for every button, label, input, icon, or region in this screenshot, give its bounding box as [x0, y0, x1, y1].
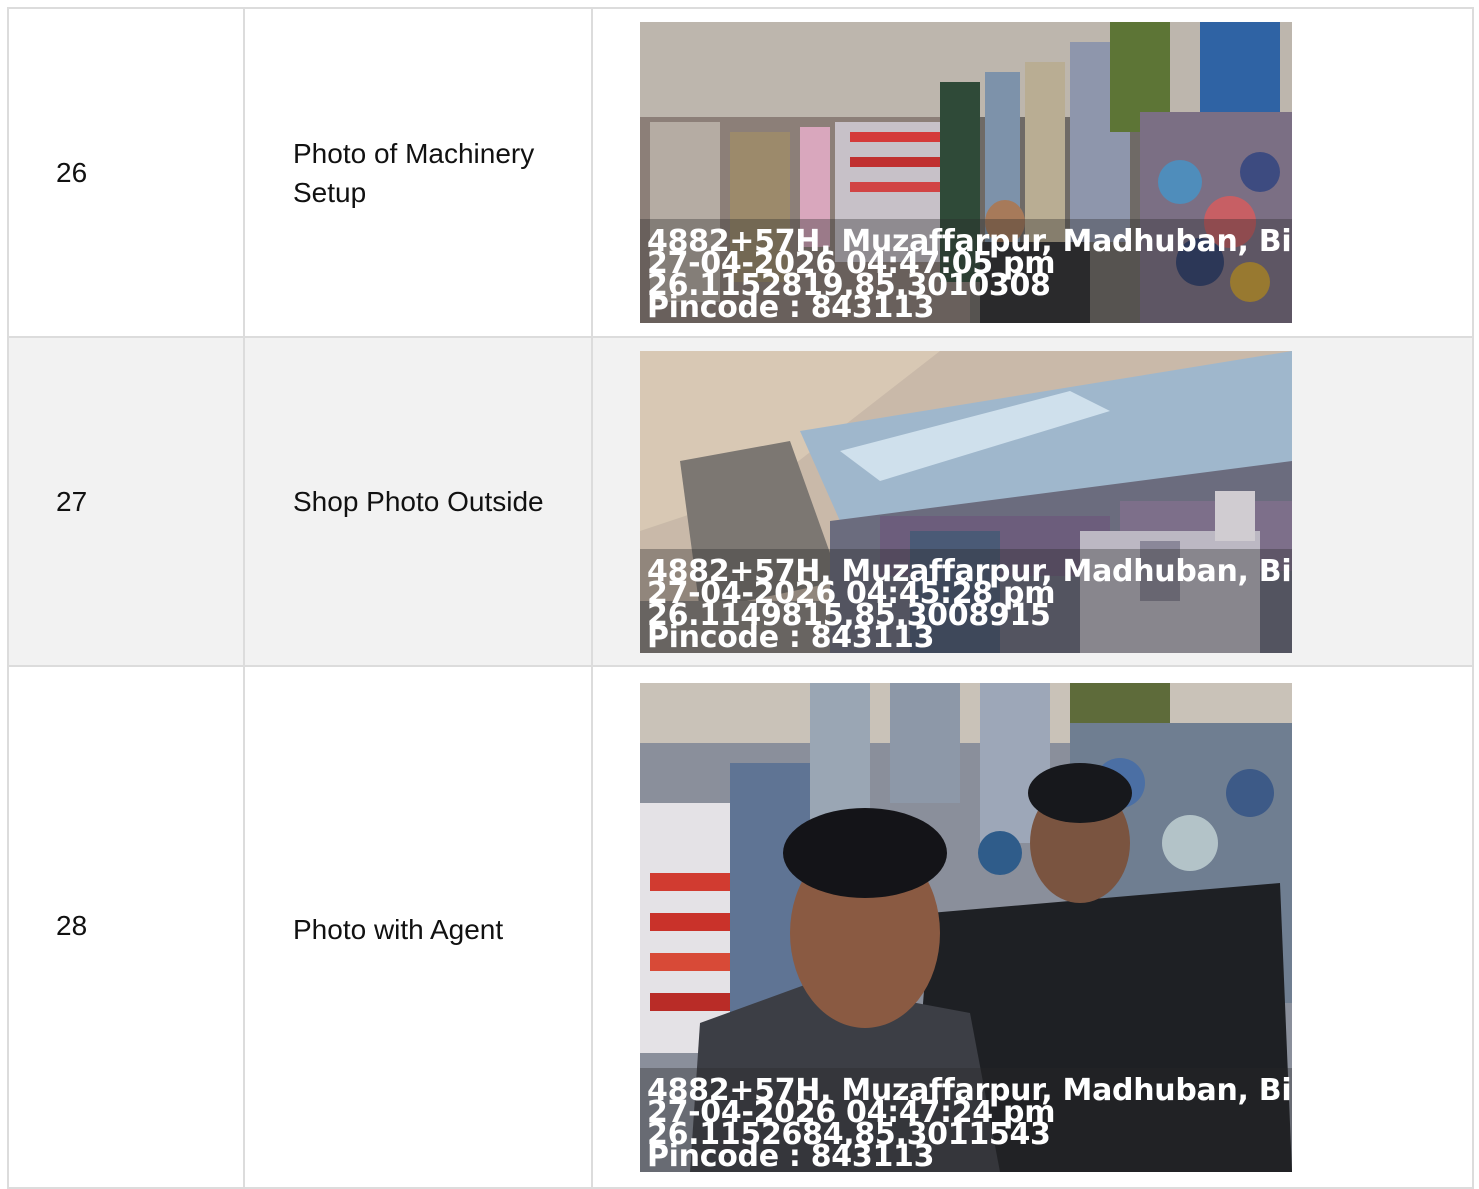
row-label-text: Photo with Agent [293, 914, 504, 945]
row-number: 28 [7, 665, 245, 1189]
row-label: Photo with Agent [243, 665, 593, 1189]
table-row: 26 Photo of Machinery Setup 4882+57H, Mu… [7, 7, 1474, 338]
table-row: 27 Shop Photo Outside 4882+57H, Muzaffar… [7, 336, 1474, 667]
photo-cell: 4882+57H, Muzaffarpur, Madhuban, Bihar 8… [591, 665, 1474, 1189]
row-label: Shop Photo Outside [243, 336, 593, 667]
geo-stamp: 4882+57H, Muzaffarpur, Madhuban, Bihar 8… [647, 227, 1292, 323]
geo-stamp: 4882+57H, Muzaffarpur, Madhuban, Bihar 8… [647, 556, 1292, 652]
row-label: Photo of Machinery Setup [243, 7, 593, 338]
geo-stamp: 4882+57H, Muzaffarpur, Madhuban, Bihar 8… [647, 1076, 1292, 1172]
table-row: 28 Photo with Agent 4882+57H, Muzaffarpu… [7, 665, 1474, 1189]
agent-selfie-photo: 4882+57H, Muzaffarpur, Madhuban, Bihar 8… [640, 683, 1292, 1172]
row-number: 27 [7, 336, 245, 667]
shop-exterior-photo: 4882+57H, Muzaffarpur, Madhuban, Bihar 8… [640, 350, 1292, 653]
photo-cell: 4882+57H, Muzaffarpur, Madhuban, Bihar 8… [591, 336, 1474, 667]
row-number-text: 28 [56, 910, 88, 941]
store-interior-photo: 4882+57H, Muzaffarpur, Madhuban, Bihar 8… [640, 22, 1292, 323]
photo-cell: 4882+57H, Muzaffarpur, Madhuban, Bihar 8… [591, 7, 1474, 338]
photo-table: 26 Photo of Machinery Setup 4882+57H, Mu… [7, 7, 1474, 1189]
row-number: 26 [7, 7, 245, 338]
